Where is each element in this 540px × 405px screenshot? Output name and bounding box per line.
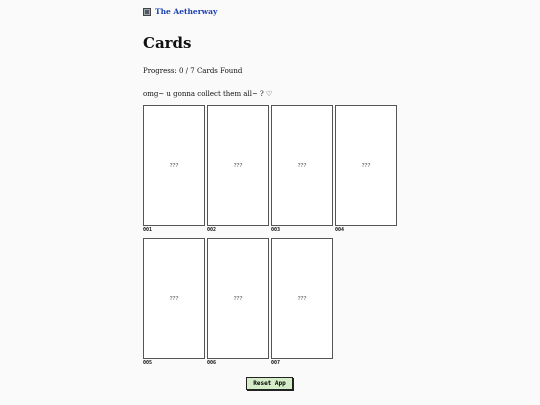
card-face: ??? — [233, 295, 243, 302]
progress-text: Progress: 0 / 7 Cards Found — [143, 67, 243, 75]
card-slot: ??? 001 — [143, 105, 205, 233]
card-tile[interactable]: ??? — [207, 238, 269, 359]
card-face: ??? — [233, 162, 243, 169]
card-slot: ??? 004 — [335, 105, 397, 233]
card-face: ??? — [297, 295, 307, 302]
card-slot: ??? 007 — [271, 238, 333, 366]
card-tile[interactable]: ??? — [271, 105, 333, 226]
card-number: 001 — [143, 227, 153, 233]
page-title: Cards — [143, 34, 192, 52]
card-number: 006 — [207, 360, 217, 366]
card-face: ??? — [169, 162, 179, 169]
card-number: 003 — [271, 227, 281, 233]
card-tile[interactable]: ??? — [207, 105, 269, 226]
site-logo-icon — [143, 7, 151, 16]
card-number: 005 — [143, 360, 153, 366]
card-face: ??? — [297, 162, 307, 169]
card-face: ??? — [169, 295, 179, 302]
tagline-text: omg~ u gonna collect them all~ ? ♡ — [143, 90, 273, 98]
card-slot: ??? 003 — [271, 105, 333, 233]
card-slot: ??? 006 — [207, 238, 269, 366]
card-tile[interactable]: ??? — [335, 105, 397, 226]
card-number: 004 — [335, 227, 345, 233]
card-tile[interactable]: ??? — [271, 238, 333, 359]
card-slot: ??? 005 — [143, 238, 205, 366]
card-tile[interactable]: ??? — [143, 105, 205, 226]
site-home-link[interactable]: The Aetherway — [143, 7, 217, 16]
reset-app-button[interactable]: Reset App — [246, 377, 293, 390]
card-number: 007 — [271, 360, 281, 366]
card-slot: ??? 002 — [207, 105, 269, 233]
card-tile[interactable]: ??? — [143, 238, 205, 359]
site-name[interactable]: The Aetherway — [155, 7, 217, 16]
card-number: 002 — [207, 227, 217, 233]
card-face: ??? — [361, 162, 371, 169]
